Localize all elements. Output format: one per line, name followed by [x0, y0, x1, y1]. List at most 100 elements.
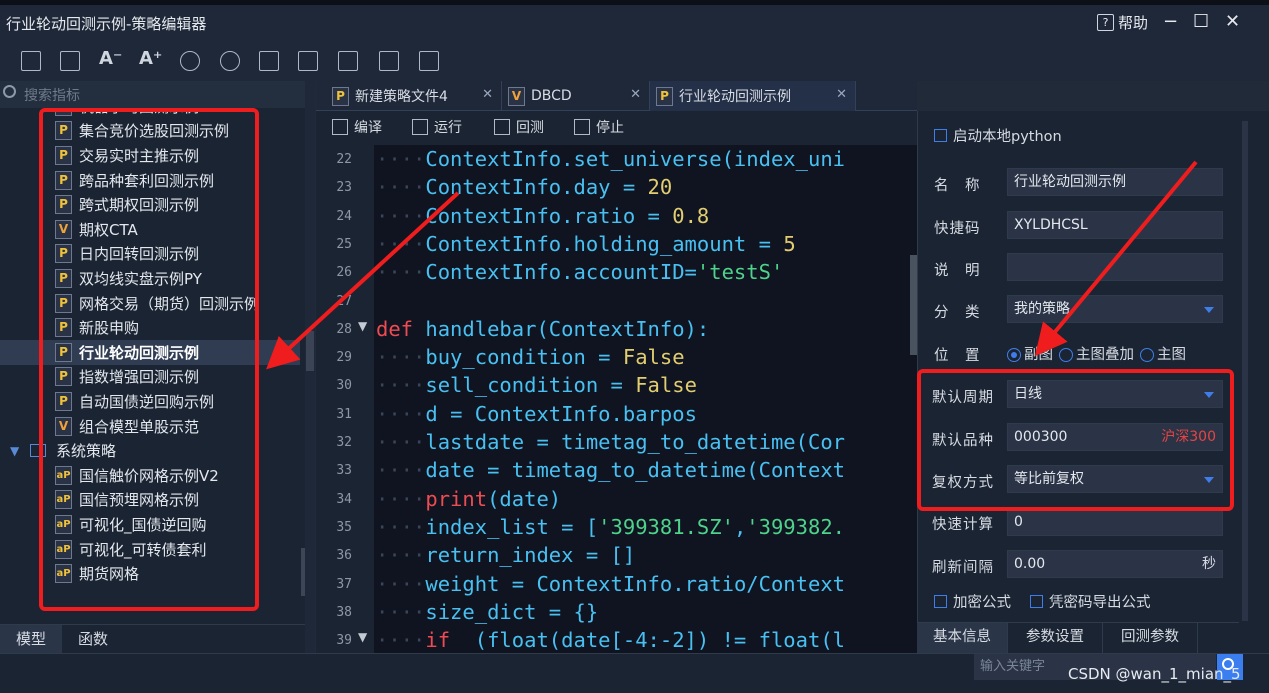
tree-item[interactable]: P 网格交易（期货）回测示例 — [0, 291, 300, 316]
close-tab-icon[interactable]: ✕ — [630, 87, 641, 102]
tree-item[interactable]: P 跨式期权回测示例 — [0, 192, 300, 217]
position-label: 位 置 — [934, 348, 981, 364]
code-line[interactable]: 27 — [316, 287, 910, 315]
editor-scrollbar[interactable] — [910, 145, 917, 659]
category-select[interactable]: 我的策略 — [1007, 295, 1223, 323]
shortcut-field[interactable]: XYLDHCSL — [1007, 211, 1223, 239]
name-field[interactable]: 行业轮动回测示例 — [1007, 168, 1223, 196]
encrypt-icon[interactable] — [379, 51, 399, 71]
code-line[interactable]: 38 ····size_dict = {} — [316, 598, 910, 626]
close-button[interactable]: ✕ — [1225, 11, 1240, 32]
fastcalc-field[interactable]: 0 — [1007, 508, 1223, 536]
code-line[interactable]: 39 ▼ ····if (float(date[-4:-2]) != float(l — [316, 626, 910, 654]
fold-arrow-icon[interactable]: ▼ — [358, 319, 367, 333]
expand-arrow-icon[interactable]: ▼ — [10, 444, 20, 458]
code-editor[interactable]: 22 ····ContextInfo.set_universe(index_uni… — [316, 145, 910, 659]
left-splitter[interactable] — [305, 81, 315, 693]
export-formula-checkbox[interactable]: 凭密码导出公式 — [1030, 591, 1151, 612]
export-icon[interactable] — [220, 51, 240, 71]
tree-item[interactable]: P 跨品种套利回测示例 — [0, 168, 300, 193]
radio-main-chart[interactable]: 主图 — [1140, 343, 1186, 364]
tree-item[interactable]: P 自动国债逆回购示例 — [0, 389, 300, 414]
properties-scrollbar-track[interactable] — [1242, 121, 1248, 621]
tree-item[interactable]: aP 可视化_可转债套利 — [0, 537, 300, 562]
tree-folder-system-strategies[interactable]: ▼ 系统策略 — [0, 438, 300, 463]
code-line[interactable]: 36 ····return_index = [] — [316, 541, 910, 569]
help-button[interactable]: ? 帮助 — [1097, 12, 1148, 33]
import-icon[interactable] — [180, 51, 200, 71]
font-increase-icon[interactable]: A⁺ — [139, 48, 162, 69]
compile-button[interactable]: 编译 — [332, 117, 382, 137]
tree-item[interactable]: aP 可视化_国债逆回购 — [0, 512, 300, 537]
backtest-button[interactable]: 回测 — [494, 117, 544, 137]
tab-industry-rotation[interactable]: P 行业轮动回测示例 ✕ — [650, 81, 856, 111]
code-line[interactable]: 32 ····lastdate = timetag_to_datetime(Cor — [316, 428, 910, 456]
description-field[interactable] — [1007, 253, 1223, 281]
tab-functions[interactable]: 函数 — [62, 625, 124, 655]
code-text: ····buy_condition = False — [376, 345, 685, 370]
tab-model[interactable]: 模型 — [0, 625, 62, 655]
code-line[interactable]: 28 ▼ def handlebar(ContextInfo): — [316, 315, 910, 343]
adjust-select[interactable]: 等比前复权 — [1007, 465, 1223, 493]
properties-scrollbar[interactable] — [1239, 111, 1269, 653]
system-python-file-icon: aP — [55, 539, 72, 559]
decrypt-icon[interactable] — [419, 51, 439, 71]
tree-item[interactable]: V 组合模型单股示范 — [0, 414, 300, 439]
tab-param-settings[interactable]: 参数设置 — [1008, 623, 1103, 654]
search-input[interactable]: 搜索指标 — [24, 85, 80, 105]
tab-backtest-params[interactable]: 回测参数 — [1103, 623, 1198, 654]
tree-item[interactable]: P 双均线实盘示例PY — [0, 266, 300, 291]
radio-main-overlay[interactable]: 主图叠加 — [1059, 343, 1134, 364]
list-document-icon[interactable] — [338, 51, 358, 71]
radio-sub-chart[interactable]: 副图 — [1007, 343, 1053, 364]
code-line[interactable]: 37 ····weight = ContextInfo.ratio/Context — [316, 570, 910, 598]
encrypt-formula-checkbox[interactable]: 加密公式 — [934, 591, 1011, 612]
code-line[interactable]: 34 ····print(date) — [316, 485, 910, 513]
tree-item[interactable]: V 期权CTA — [0, 217, 300, 242]
search-file-icon[interactable] — [259, 51, 279, 71]
code-line[interactable]: 26 ····ContextInfo.accountID='testS' — [316, 258, 910, 286]
local-python-checkbox[interactable]: 启动本地python — [934, 125, 1062, 146]
maximize-button[interactable]: ☐ — [1193, 11, 1209, 32]
editor-scrollbar-thumb[interactable] — [910, 255, 917, 355]
font-decrease-icon[interactable]: A⁻ — [99, 48, 122, 69]
document-icon[interactable] — [298, 51, 318, 71]
close-tab-icon[interactable]: ✕ — [482, 87, 493, 102]
tree-item[interactable]: P 行业轮动回测示例 — [0, 340, 300, 365]
tab-new-strategy-file[interactable]: P 新建策略文件4 ✕ — [326, 81, 502, 111]
tree-item[interactable]: aP 国信预埋网格示例 — [0, 488, 300, 513]
code-line[interactable]: 30 ····sell_condition = False — [316, 371, 910, 399]
code-line[interactable]: 29 ····buy_condition = False — [316, 343, 910, 371]
variety-field[interactable]: 000300 沪深300 — [1007, 423, 1223, 451]
position-radio-group: 副图 主图叠加 主图 — [1007, 343, 1186, 364]
tree-item[interactable]: aP 国信触价网格示例V2 — [0, 463, 300, 488]
stop-button[interactable]: 停止 — [574, 117, 624, 137]
tree-item[interactable]: P 机器学习回测示例 — [0, 108, 300, 119]
minimize-button[interactable]: − — [1163, 11, 1178, 32]
code-line[interactable]: 23 ····ContextInfo.day = 20 — [316, 173, 910, 201]
line-number: 37 — [336, 576, 352, 592]
save-icon[interactable] — [21, 51, 41, 71]
code-line[interactable]: 35 ····index_list = ['399381.SZ','399382. — [316, 513, 910, 541]
code-line[interactable]: 25 ····ContextInfo.holding_amount = 5 — [316, 230, 910, 258]
tree-item[interactable]: P 新股申购 — [0, 315, 300, 340]
run-button[interactable]: 运行 — [412, 117, 462, 137]
fold-arrow-icon[interactable]: ▼ — [358, 630, 367, 644]
tree-item[interactable]: P 日内回转回测示例 — [0, 242, 300, 267]
splitter-handle[interactable] — [306, 331, 314, 371]
code-line[interactable]: 33 ····date = timetag_to_datetime(Context — [316, 456, 910, 484]
tree-item[interactable]: P 交易实时主推示例 — [0, 143, 300, 168]
tab-dbcd[interactable]: V DBCD ✕ — [502, 81, 650, 111]
code-line[interactable]: 31 ····d = ContextInfo.barpos — [316, 400, 910, 428]
tree-item[interactable]: P 集合竞价选股回测示例 — [0, 119, 300, 144]
tab-basic-info[interactable]: 基本信息 — [917, 623, 1008, 654]
tree-item[interactable]: P 指数增强回测示例 — [0, 365, 300, 390]
tree-item[interactable]: aP 期货网格 — [0, 561, 300, 586]
code-line[interactable]: 24 ····ContextInfo.ratio = 0.8 — [316, 202, 910, 230]
refresh-field[interactable]: 0.00 秒 — [1007, 550, 1223, 578]
close-tab-icon[interactable]: ✕ — [836, 87, 847, 102]
period-select[interactable]: 日线 — [1007, 380, 1223, 408]
save-all-icon[interactable] — [60, 51, 80, 71]
indicator-search[interactable]: 搜索指标 — [0, 81, 314, 108]
code-line[interactable]: 22 ····ContextInfo.set_universe(index_uni — [316, 145, 910, 173]
